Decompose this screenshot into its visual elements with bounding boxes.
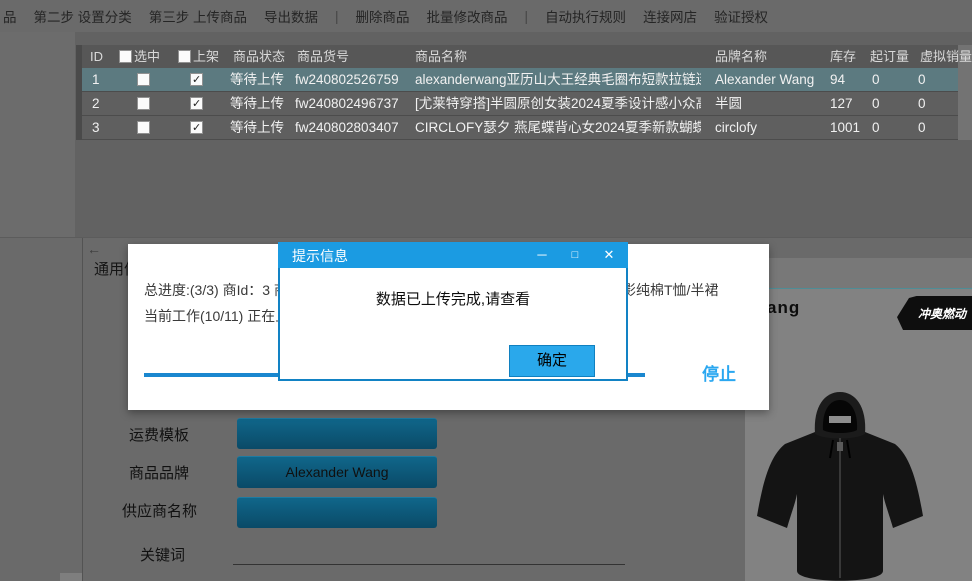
header-listed[interactable]: 上架: [193, 45, 219, 68]
header-list-all-checkbox[interactable]: [178, 50, 191, 63]
cell-brand: Alexander Wang: [715, 68, 827, 92]
row-select-checkbox[interactable]: [137, 97, 150, 110]
pane-divider: [82, 238, 83, 581]
preview-top-strip: [745, 258, 972, 288]
cell-virtual-sales: 0: [918, 68, 926, 92]
promo-badge-label: 冲奥燃动: [918, 305, 966, 322]
header-virtual-sales[interactable]: 虚拟销量: [920, 45, 972, 68]
cell-min-order: 0: [872, 92, 880, 116]
menu-separator: |: [335, 9, 339, 24]
cell-virtual-sales: 0: [918, 116, 926, 140]
row-select-checkbox[interactable]: [137, 73, 150, 86]
header-selected[interactable]: 选中: [134, 45, 160, 68]
header-id[interactable]: ID: [90, 45, 103, 68]
header-sku[interactable]: 商品货号: [297, 45, 349, 68]
dialog-titlebar[interactable]: 提示信息 ─ □ ✕: [278, 242, 628, 268]
menu-item-delete-product[interactable]: 删除商品: [356, 6, 410, 26]
keywords-input[interactable]: [233, 564, 625, 565]
keywords-label: 关键词: [140, 544, 185, 565]
cell-id: 3: [92, 116, 100, 140]
row-select-checkbox[interactable]: [137, 121, 150, 134]
header-min-order[interactable]: 起订量: [870, 45, 909, 68]
cell-stock: 94: [830, 68, 845, 92]
table-region: ID 选中 上架 商品状态 商品货号 商品名称 品牌名称 库存 起订量 虚拟销量…: [0, 32, 972, 237]
cell-sku: fw240802526759: [295, 68, 399, 92]
menu-item-step2-categories[interactable]: 第二步 设置分类: [34, 6, 132, 26]
horizontal-scrollbar-thumb[interactable]: [60, 573, 82, 581]
row-listed-checkbox[interactable]: [190, 73, 203, 86]
menu-bar: 品 第二步 设置分类 第三步 上传商品 导出数据 | 删除商品 批量修改商品 |…: [0, 0, 972, 32]
progress-current-job-text: 当前工作(10/11) 正在上: [144, 306, 289, 326]
menu-item-verify-auth[interactable]: 验证授权: [714, 6, 768, 26]
dialog-title: 提示信息: [292, 246, 348, 266]
menu-item-connect-store[interactable]: 连接网店: [643, 6, 697, 26]
menu-item-step3-upload[interactable]: 第三步 上传商品: [149, 6, 247, 26]
progress-total-text: 总进度:(3/3) 商Id：3 商: [144, 280, 288, 300]
cell-name: CIRCLOFY瑟夕 燕尾蝶背心女2024夏季新款蝴蝶剪: [415, 116, 701, 140]
ok-button[interactable]: 确定: [509, 345, 595, 377]
header-status[interactable]: 商品状态: [233, 45, 285, 68]
preview-divider-line: [745, 288, 972, 289]
supplier-name-select[interactable]: [237, 497, 437, 528]
menu-item-truncated[interactable]: 品: [3, 6, 17, 26]
shipping-template-select[interactable]: [237, 418, 437, 449]
message-dialog: 提示信息 ─ □ ✕ 数据已上传完成,请查看 确定: [278, 242, 628, 381]
menu-item-batch-edit[interactable]: 批量修改商品: [427, 6, 508, 26]
header-name[interactable]: 商品名称: [415, 45, 467, 68]
cell-status: 等待上传: [230, 116, 284, 140]
menu-separator: |: [525, 9, 529, 24]
cell-name: alexanderwang亚历山大王经典毛圈布短款拉链连: [415, 68, 701, 92]
cell-brand: circlofy: [715, 116, 827, 140]
row-listed-checkbox[interactable]: [190, 97, 203, 110]
cell-id: 1: [92, 68, 100, 92]
table-row[interactable]: 2 等待上传 fw240802496737 [尤莱特穿搭]半圆原创女装2024夏…: [82, 92, 958, 116]
progress-total-text-tail: 影纯棉T恤/半裙: [622, 280, 718, 300]
dialog-body: 数据已上传完成,请查看 确定: [278, 268, 628, 381]
table-row[interactable]: 1 等待上传 fw240802526759 alexanderwang亚历山大王…: [82, 68, 958, 92]
cell-virtual-sales: 0: [918, 92, 926, 116]
product-brand-select[interactable]: Alexander Wang: [237, 456, 437, 488]
cell-name: [尤莱特穿搭]半圆原创女装2024夏季设计感小众高: [415, 92, 701, 116]
app-window: 品 第二步 设置分类 第三步 上传商品 导出数据 | 删除商品 批量修改商品 |…: [0, 0, 972, 581]
cell-stock: 127: [830, 92, 853, 116]
product-brand-label: 商品品牌: [129, 462, 189, 483]
cell-status: 等待上传: [230, 92, 284, 116]
cell-brand: 半圆: [715, 92, 827, 116]
table-header-row: ID 选中 上架 商品状态 商品货号 商品名称 品牌名称 库存 起订量 虚拟销量: [82, 45, 958, 68]
cell-sku: fw240802803407: [295, 116, 399, 140]
table-left-margin: [0, 32, 75, 237]
product-preview-image: ang 冲奥燃动: [745, 258, 972, 581]
row-listed-checkbox[interactable]: [190, 121, 203, 134]
menu-item-auto-rules[interactable]: 自动执行规则: [545, 6, 626, 26]
dialog-message: 数据已上传完成,请查看: [280, 288, 626, 309]
shipping-template-label: 运费模板: [129, 424, 189, 445]
stop-button[interactable]: 停止: [702, 360, 736, 385]
minimize-icon[interactable]: ─: [533, 247, 551, 263]
brand-logo-fragment: ang: [767, 298, 800, 318]
table-row[interactable]: 3 等待上传 fw240802803407 CIRCLOFY瑟夕 燕尾蝶背心女2…: [82, 116, 958, 140]
supplier-name-label: 供应商名称: [122, 500, 197, 521]
header-brand[interactable]: 品牌名称: [715, 45, 767, 68]
header-select-all-checkbox[interactable]: [119, 50, 132, 63]
cell-min-order: 0: [872, 68, 880, 92]
menu-item-export-data[interactable]: 导出数据: [264, 6, 318, 26]
cell-sku: fw240802496737: [295, 92, 399, 116]
cell-min-order: 0: [872, 116, 880, 140]
cell-stock: 1001: [830, 116, 860, 140]
maximize-icon[interactable]: □: [566, 247, 584, 263]
cell-id: 2: [92, 92, 100, 116]
hoodie-image: [755, 386, 925, 581]
close-icon[interactable]: ✕: [600, 247, 618, 263]
header-stock[interactable]: 库存: [830, 45, 856, 68]
promo-badge: 冲奥燃动: [897, 296, 972, 330]
back-arrow-icon[interactable]: ←: [87, 241, 101, 257]
cell-status: 等待上传: [230, 68, 284, 92]
